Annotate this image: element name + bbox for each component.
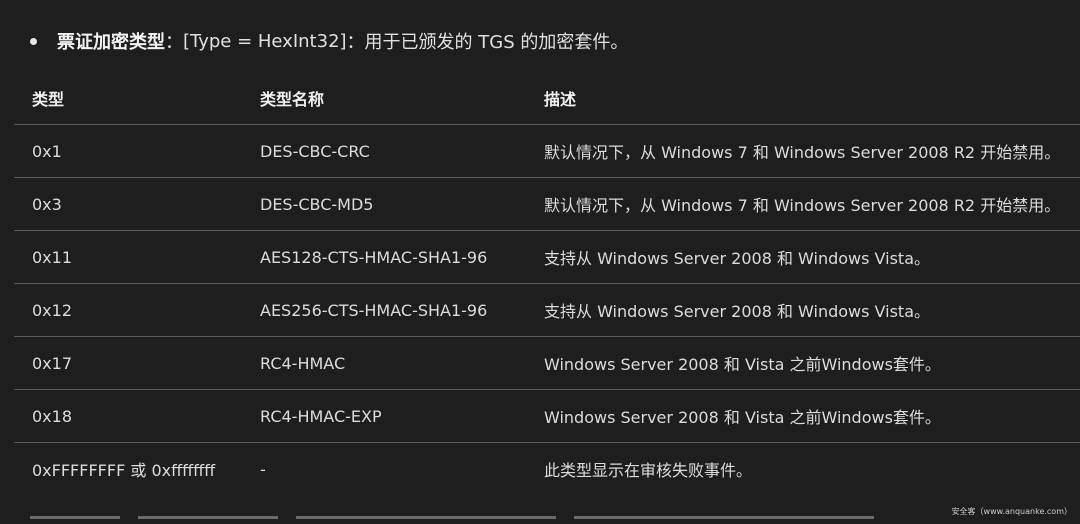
- cell-type-name: RC4-HMAC-EXP: [260, 389, 544, 443]
- header-type-name: 类型名称: [260, 72, 544, 125]
- table-row: 0x1 DES-CBC-CRC 默认情况下，从 Windows 7 和 Wind…: [14, 124, 1080, 178]
- header-type: 类型: [14, 72, 260, 125]
- table-row: 0x3 DES-CBC-MD5 默认情况下，从 Windows 7 和 Wind…: [14, 177, 1080, 231]
- cell-type: 0x11: [14, 230, 260, 284]
- bullet-term: 票证加密类型: [57, 32, 165, 53]
- cell-type: 0x1: [14, 124, 260, 178]
- cell-type-name: DES-CBC-CRC: [260, 124, 544, 178]
- cell-type-name: RC4-HMAC: [260, 336, 544, 390]
- cell-type-name: -: [260, 459, 266, 479]
- bullet-type-info: [Type = HexInt32]: [183, 30, 347, 52]
- cell-type: 0x17: [14, 336, 260, 390]
- cell-type: 0x12: [14, 283, 260, 337]
- cell-type-name: AES128-CTS-HMAC-SHA1-96: [260, 230, 544, 284]
- cell-description: 默认情况下，从 Windows 7 和 Windows Server 2008 …: [544, 124, 1080, 178]
- cell-description: Windows Server 2008 和 Vista 之前Windows套件。: [544, 336, 1080, 390]
- cell-description: 支持从 Windows Server 2008 和 Windows Vista。: [544, 283, 1080, 337]
- cut-off-next-line: [30, 516, 930, 524]
- cell-description: 此类型显示在审核失败事件。: [544, 461, 753, 480]
- header-description: 描述: [544, 72, 1080, 125]
- table-header-row: 类型 类型名称 描述: [14, 72, 1080, 125]
- table-row: 0x11 AES128-CTS-HMAC-SHA1-96 支持从 Windows…: [14, 230, 1080, 284]
- cell-type: 0x3: [14, 177, 260, 231]
- cell-type: 0x18: [14, 389, 260, 443]
- cell-description: 默认情况下，从 Windows 7 和 Windows Server 2008 …: [544, 177, 1080, 231]
- watermark: 安全客（www.anquanke.com）: [951, 507, 1072, 516]
- encryption-type-table: 类型 类型名称 描述 0x1 DES-CBC-CRC 默认情况下，从 Windo…: [14, 72, 1080, 495]
- table-row: 0x12 AES256-CTS-HMAC-SHA1-96 支持从 Windows…: [14, 283, 1080, 337]
- table-row: 0xFFFFFFFF 或 0xffffffff - 此类型显示在审核失败事件。: [14, 443, 1080, 496]
- table-row: 0x18 RC4-HMAC-EXP Windows Server 2008 和 …: [14, 389, 1080, 443]
- cell-description: Windows Server 2008 和 Vista 之前Windows套件。: [544, 389, 1080, 443]
- bullet-separator: ：: [165, 32, 183, 53]
- cell-type: 0xFFFFFFFF 或 0xffffffff: [32, 461, 216, 480]
- bullet-dot-icon: [30, 37, 37, 45]
- bullet-item: 票证加密类型 ： [Type = HexInt32] ：用于已颁发的 TGS 的…: [30, 24, 628, 58]
- cell-type-name: AES256-CTS-HMAC-SHA1-96: [260, 283, 544, 337]
- bullet-description: ：用于已颁发的 TGS 的加密套件。: [346, 32, 629, 53]
- table-row: 0x17 RC4-HMAC Windows Server 2008 和 Vist…: [14, 336, 1080, 390]
- cell-type-name: DES-CBC-MD5: [260, 177, 544, 231]
- cell-description: 支持从 Windows Server 2008 和 Windows Vista。: [544, 230, 1080, 284]
